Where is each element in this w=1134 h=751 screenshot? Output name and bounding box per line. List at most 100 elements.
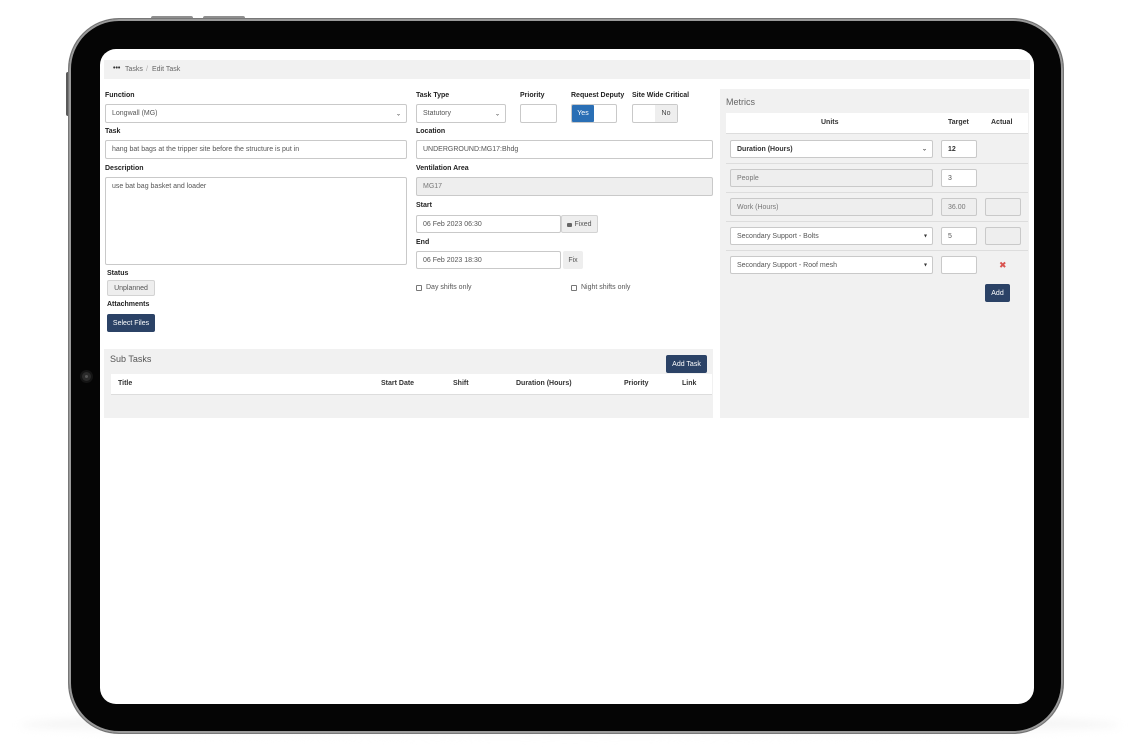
- function-value: Longwall (MG): [112, 110, 158, 117]
- request-deputy-toggle[interactable]: Yes: [571, 104, 617, 123]
- row-divider: [726, 221, 1028, 222]
- task-input[interactable]: hang bat bags at the tripper site before…: [105, 140, 407, 159]
- select-files-button[interactable]: Select Files: [107, 314, 155, 332]
- end-value: 06 Feb 2023 18:30: [423, 256, 482, 264]
- function-select[interactable]: Longwall (MG) ⌄: [105, 104, 407, 123]
- metric-target-value: 36.00: [948, 203, 966, 211]
- start-value: 06 Feb 2023 06:30: [423, 220, 482, 228]
- col-actual: Actual: [991, 119, 1013, 126]
- location-value: UNDERGROUND:MG17:Bhdg: [423, 146, 519, 153]
- start-fixed-button[interactable]: Fixed: [561, 215, 598, 233]
- status-badge: Unplanned: [107, 280, 155, 296]
- night-shifts-checkbox[interactable]: [571, 285, 577, 291]
- menu-dots-icon[interactable]: •••: [113, 65, 120, 72]
- metric-unit-select[interactable]: Secondary Support - Bolts ▾: [730, 227, 933, 245]
- metric-unit-value: People: [737, 174, 759, 182]
- add-task-label: Add Task: [672, 360, 701, 368]
- task-type-label: Task Type: [416, 92, 450, 99]
- start-fixed-label: Fixed: [574, 220, 592, 228]
- metrics-panel: Metrics Units Target Actual Duration (Ho…: [720, 89, 1029, 418]
- request-deputy-yes-label: Yes: [577, 110, 589, 117]
- status-label: Status: [107, 270, 129, 277]
- row-divider: [726, 192, 1028, 193]
- description-textarea[interactable]: use bat bag basket and loader: [105, 177, 407, 265]
- select-files-label: Select Files: [112, 319, 150, 327]
- chevron-down-icon: ⌄: [395, 111, 401, 117]
- ventilation-area-value: MG17: [423, 183, 443, 190]
- metric-unit-readonly: People: [730, 169, 933, 187]
- col-shift[interactable]: Shift: [453, 380, 469, 387]
- col-priority[interactable]: Priority: [624, 380, 649, 387]
- add-metric-button[interactable]: Add: [985, 284, 1010, 302]
- task-label: Task: [105, 128, 121, 135]
- caret-down-icon: ▾: [923, 262, 927, 269]
- day-shifts-checkbox[interactable]: [416, 285, 422, 291]
- col-title[interactable]: Title: [118, 380, 132, 387]
- app-screen: ••• Tasks / Edit Task Function Longwall …: [100, 49, 1034, 704]
- metric-target-value: 5: [948, 232, 952, 240]
- site-wide-critical-no-label: No: [661, 110, 671, 117]
- subtasks-title: Sub Tasks: [110, 354, 152, 364]
- metric-target-input[interactable]: 3: [941, 169, 977, 187]
- metric-target-input[interactable]: 5: [941, 227, 977, 245]
- col-duration[interactable]: Duration (Hours): [516, 380, 572, 387]
- breadcrumb-tasks-link[interactable]: Tasks: [125, 66, 143, 73]
- task-type-value: Statutory: [423, 110, 452, 117]
- end-label: End: [416, 239, 430, 246]
- site-wide-critical-no[interactable]: No: [655, 105, 677, 122]
- add-metric-label: Add: [991, 289, 1004, 297]
- metric-target-readonly: 36.00: [941, 198, 977, 216]
- request-deputy-yes[interactable]: Yes: [572, 105, 594, 122]
- night-shifts-label: Night shifts only: [581, 284, 631, 291]
- metric-unit-select[interactable]: Secondary Support - Roof mesh ▾: [730, 256, 933, 274]
- metric-actual-field: [985, 198, 1021, 216]
- priority-input[interactable]: [520, 104, 557, 123]
- metric-target-input[interactable]: [941, 256, 977, 274]
- site-wide-critical-label: Site Wide Critical: [632, 92, 690, 99]
- subtasks-panel: Sub Tasks Add Task Title Start Date Shif…: [104, 349, 713, 418]
- priority-label: Priority: [520, 92, 545, 99]
- task-type-select[interactable]: Statutory ⌄: [416, 104, 506, 123]
- end-fix-label: Fix: [568, 256, 578, 264]
- metric-actual-field: [985, 227, 1021, 245]
- description-value: use bat bag basket and loader: [112, 183, 207, 190]
- attachments-label: Attachments: [107, 301, 150, 308]
- metric-unit-readonly: Work (Hours): [730, 198, 933, 216]
- lock-icon: [567, 223, 573, 227]
- metric-unit-value: Secondary Support - Bolts: [737, 232, 819, 240]
- camera-icon: [82, 372, 91, 381]
- start-datetime-input[interactable]: 06 Feb 2023 06:30: [416, 215, 561, 233]
- col-target: Target: [948, 119, 969, 126]
- end-fix-button[interactable]: Fix: [563, 251, 583, 269]
- end-datetime-input[interactable]: 06 Feb 2023 18:30: [416, 251, 561, 269]
- row-divider: [726, 250, 1028, 251]
- add-task-button[interactable]: Add Task: [666, 355, 707, 373]
- col-start-date[interactable]: Start Date: [381, 380, 414, 387]
- remove-metric-icon[interactable]: ✖: [999, 260, 1007, 271]
- breadcrumb-separator: /: [146, 66, 148, 73]
- location-input[interactable]: UNDERGROUND:MG17:Bhdg: [416, 140, 713, 159]
- breadcrumb-current: Edit Task: [152, 66, 181, 73]
- location-label: Location: [416, 128, 446, 135]
- metric-unit-value: Duration (Hours): [737, 145, 793, 153]
- subtasks-table-header: Title Start Date Shift Duration (Hours) …: [111, 374, 712, 395]
- metric-unit-value: Work (Hours): [737, 203, 779, 211]
- status-value: Unplanned: [114, 284, 148, 292]
- row-divider: [726, 163, 1028, 164]
- description-label: Description: [105, 165, 144, 172]
- metrics-table-header: Units Target Actual: [726, 113, 1028, 134]
- metric-unit-value: Secondary Support - Roof mesh: [737, 261, 837, 269]
- ventilation-area-label: Ventilation Area: [416, 165, 469, 172]
- request-deputy-label: Request Deputy: [571, 92, 625, 99]
- site-wide-critical-toggle[interactable]: No: [632, 104, 678, 123]
- col-link[interactable]: Link: [682, 380, 696, 387]
- task-value: hang bat bags at the tripper site before…: [112, 146, 300, 153]
- caret-down-icon: ▾: [923, 233, 927, 240]
- metric-target-value: 12: [948, 145, 956, 153]
- start-label: Start: [416, 202, 432, 209]
- chevron-down-icon: ⌄: [921, 146, 927, 153]
- day-shifts-label: Day shifts only: [426, 284, 472, 291]
- metric-unit-select[interactable]: Duration (Hours) ⌄: [730, 140, 933, 158]
- ventilation-area-field: MG17: [416, 177, 713, 196]
- metric-target-input[interactable]: 12: [941, 140, 977, 158]
